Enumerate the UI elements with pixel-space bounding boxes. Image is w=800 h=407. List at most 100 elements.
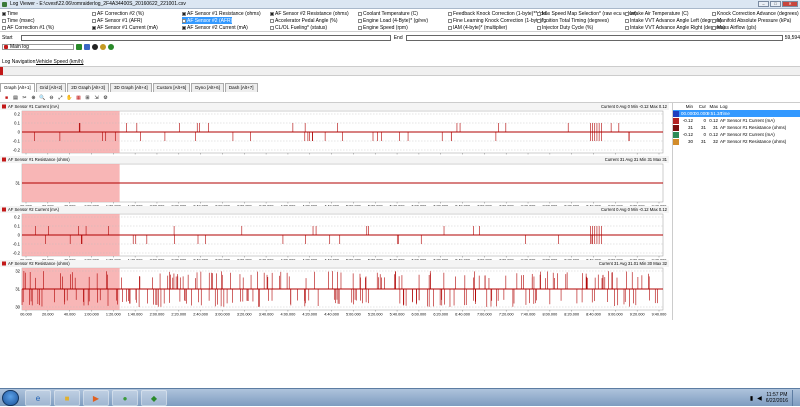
- tab-6[interactable]: Dash [Alt+7]: [224, 83, 258, 92]
- param-checkbox[interactable]: [712, 11, 716, 16]
- legend-row[interactable]: -0.12 0 0.12 AF Sensor #1 Current (mA): [673, 117, 800, 124]
- param-item[interactable]: Knock Correction Advance (degrees): [712, 10, 799, 17]
- network-icon[interactable]: ▮: [750, 395, 753, 402]
- param-checkbox[interactable]: [2, 11, 6, 16]
- param-checkbox[interactable]: [182, 25, 186, 30]
- param-item[interactable]: AF Correction #1 (%): [2, 24, 54, 31]
- end-field[interactable]: [405, 35, 783, 41]
- taskbar-folder-icon[interactable]: ■: [54, 390, 80, 406]
- param-item[interactable]: Engine Speed (rpm): [358, 24, 408, 31]
- param-item[interactable]: Coolant Temperature (C): [358, 10, 418, 17]
- tab-1[interactable]: Grid [Alt+2]: [35, 83, 67, 92]
- param-item[interactable]: Engine Load (4-Byte)* (g/rev): [358, 17, 428, 24]
- param-checkbox[interactable]: [182, 18, 186, 23]
- param-item[interactable]: Time: [2, 10, 18, 17]
- zoom-out-icon[interactable]: ⊖: [48, 95, 55, 101]
- graph-canvas[interactable]: AF Sensor #1 Current (mA) Current 0 Avg 0…: [0, 103, 669, 320]
- settings-gear-icon[interactable]: ⚙: [102, 95, 109, 101]
- param-checkbox[interactable]: [625, 18, 629, 23]
- tab-2[interactable]: 2D Graph [Alt+3]: [67, 83, 109, 92]
- param-item[interactable]: AF Correction #2 (%): [92, 10, 144, 17]
- chart-icon[interactable]: ▦: [75, 95, 82, 101]
- param-checkbox[interactable]: [358, 25, 362, 30]
- add-log-icon[interactable]: [76, 44, 82, 50]
- tab-0[interactable]: Graph [Alt+1]: [0, 83, 35, 92]
- start-button[interactable]: [2, 390, 19, 406]
- param-item[interactable]: Time (msec): [2, 17, 35, 24]
- tab-3[interactable]: 3D Graph [Alt+4]: [109, 83, 152, 92]
- legend-row[interactable]: 00.000 00.000 9:51.34 Time: [673, 110, 800, 117]
- open-log-icon[interactable]: [84, 44, 90, 50]
- grid-icon[interactable]: ⊞: [84, 95, 91, 101]
- param-item[interactable]: Accelerator Pedal Angle (%): [270, 17, 338, 24]
- param-item[interactable]: Ignition Total Timing (degrees): [537, 17, 609, 24]
- fit-icon[interactable]: ⤢: [57, 95, 64, 101]
- taskbar-media-icon[interactable]: ▶: [83, 390, 109, 406]
- layout-icon[interactable]: ▤: [12, 95, 19, 101]
- param-checkbox[interactable]: [537, 25, 541, 30]
- param-item[interactable]: AF Sensor #2 Current (mA): [182, 24, 248, 31]
- param-checkbox[interactable]: [270, 11, 274, 16]
- nav-link[interactable]: Vehicle Speed (km/h): [36, 59, 84, 65]
- close-button[interactable]: ✕: [782, 1, 798, 7]
- param-checkbox[interactable]: [182, 11, 186, 16]
- param-item[interactable]: CL/OL Fueling* (status): [270, 24, 327, 31]
- graph-area[interactable]: AF Sensor #1 Current (mA) Current 0 Avg 0…: [0, 103, 669, 320]
- taskbar-chrome-icon[interactable]: ●: [112, 390, 138, 406]
- log-select[interactable]: Main log: [2, 44, 74, 50]
- cut-icon[interactable]: ✂: [21, 95, 28, 101]
- param-item[interactable]: Fine Learning Knock Correction (1-byte)*…: [448, 17, 548, 24]
- tab-5[interactable]: Dyno [Alt+6]: [191, 83, 224, 92]
- navigation-scrollbar[interactable]: [0, 66, 800, 76]
- param-checkbox[interactable]: [537, 18, 541, 23]
- param-checkbox[interactable]: [2, 25, 6, 30]
- param-checkbox[interactable]: [358, 18, 362, 23]
- param-checkbox[interactable]: [712, 25, 716, 30]
- param-item[interactable]: AF Sensor #2 (AFR): [182, 17, 233, 24]
- param-item[interactable]: Intake Air Temperature (C): [625, 10, 689, 17]
- param-checkbox[interactable]: [448, 11, 452, 16]
- param-item[interactable]: AF Sensor #1 Current (mA): [92, 24, 158, 31]
- hand-icon[interactable]: ✋: [66, 95, 73, 101]
- param-checkbox[interactable]: [625, 25, 629, 30]
- tab-4[interactable]: Custom [Alt+5]: [152, 83, 191, 92]
- param-item[interactable]: AF Sensor #1 (AFR): [92, 17, 142, 24]
- start-field[interactable]: [20, 35, 391, 41]
- clock[interactable]: 11:57 PM 6/22/2016: [766, 392, 788, 404]
- zoom-icon[interactable]: 🔍: [39, 95, 46, 101]
- param-checkbox[interactable]: [537, 11, 541, 16]
- param-checkbox[interactable]: [448, 25, 452, 30]
- param-item[interactable]: AF Sensor #2 Resistance (ohms): [270, 10, 349, 17]
- record-icon[interactable]: [92, 44, 98, 50]
- param-checkbox[interactable]: [270, 25, 274, 30]
- zoom-in-icon[interactable]: ⊕: [30, 95, 37, 101]
- graph-color-icon[interactable]: ■: [3, 95, 10, 101]
- volume-icon[interactable]: ◀: [757, 395, 762, 402]
- nav-position-marker[interactable]: [0, 67, 3, 75]
- param-item[interactable]: Intake VVT Advance Angle Right (degrees): [625, 24, 725, 31]
- param-checkbox[interactable]: [712, 18, 716, 23]
- param-item[interactable]: Intake VVT Advance Angle Left (degrees): [625, 17, 722, 24]
- settings-icon[interactable]: [100, 44, 106, 50]
- param-checkbox[interactable]: [448, 18, 452, 23]
- minimize-button[interactable]: –: [758, 1, 769, 7]
- legend-row[interactable]: -0.12 0 0.12 AF Sensor #2 Current (mA): [673, 131, 800, 138]
- maximize-button[interactable]: □: [770, 1, 781, 7]
- param-item[interactable]: IAM (4-byte)* (multiplier): [448, 24, 507, 31]
- legend-row[interactable]: 30 31 32 AF Sensor #2 Resistance (ohms): [673, 138, 800, 145]
- param-item[interactable]: Injector Duty Cycle (%): [537, 24, 593, 31]
- show-desktop-button[interactable]: [792, 390, 798, 406]
- param-checkbox[interactable]: [358, 11, 362, 16]
- param-checkbox[interactable]: [92, 18, 96, 23]
- export-icon[interactable]: ⇲: [93, 95, 100, 101]
- taskbar-logviewer-icon[interactable]: ◆: [141, 390, 167, 406]
- param-item[interactable]: Idle Speed Map Selection* (raw ecu value…: [537, 10, 637, 17]
- legend-row[interactable]: 31 31 31 AF Sensor #1 Resistance (ohms): [673, 124, 800, 131]
- param-checkbox[interactable]: [625, 11, 629, 16]
- param-item[interactable]: Manifold Absolute Pressure (kPa): [712, 17, 791, 24]
- param-item[interactable]: AF Sensor #1 Resistance (ohms): [182, 10, 261, 17]
- param-checkbox[interactable]: [92, 11, 96, 16]
- param-checkbox[interactable]: [2, 18, 6, 23]
- param-checkbox[interactable]: [270, 18, 274, 23]
- taskbar-ie-icon[interactable]: e: [25, 390, 51, 406]
